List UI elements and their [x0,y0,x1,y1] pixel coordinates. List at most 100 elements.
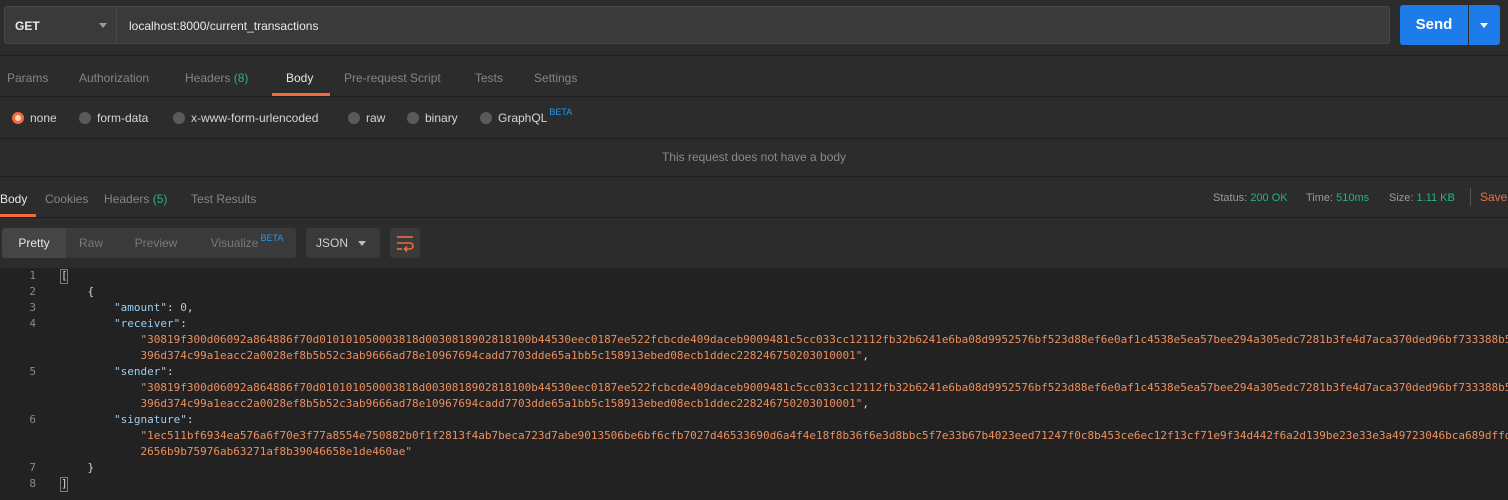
code-line: "1ec511bf6934ea576a6f70e3f77a8554e750882… [61,429,1508,442]
size-value: 1.11 KB [1416,192,1455,204]
response-headers-count: (5) [152,192,168,206]
json-key: "sender" [113,365,167,378]
radio-graphql[interactable]: GraphQL BETA [480,107,572,125]
divider [1470,188,1471,206]
status-readout: Status: 200 OK [1213,192,1288,204]
size-readout: Size: 1.11 KB [1389,192,1455,204]
json-value: "1ec511bf6934ea576a6f70e3f77a8554e750882… [140,429,1508,442]
body-type-options: none form-data x-www-form-urlencoded raw… [0,97,1508,139]
radio-label: raw [366,111,386,125]
size-label: Size: [1389,192,1414,204]
radio-icon [348,112,360,124]
headers-count: (8) [233,71,249,85]
tab-pre-request-script[interactable]: Pre-request Script [344,71,441,85]
json-value: 396d374c99a1eacc2a0028ef8b5b52c3ab9666ad… [140,397,863,410]
chevron-down-icon [99,23,107,28]
code-line: ] [61,477,68,490]
tab-response-headers-label: Headers [104,192,150,206]
code-line: "receiver": [113,317,187,330]
code-line: "30819f300d06092a864886f70d0101010500038… [61,333,1508,346]
radio-urlencoded[interactable]: x-www-form-urlencoded [173,111,318,125]
tab-headers[interactable]: Headers (8) [185,71,248,85]
line-number: 7 [29,461,36,474]
beta-badge: BETA [260,233,284,243]
radio-label: none [30,111,57,125]
response-toolbar: Pretty Raw Preview Visualize BETA JSON [0,218,1508,268]
radio-label: form-data [97,111,149,125]
radio-label: GraphQL [498,111,548,125]
radio-label: x-www-form-urlencoded [191,111,319,125]
json-key: "amount" [113,301,167,314]
active-response-tab-indicator [0,214,36,217]
tab-response-headers[interactable]: Headers (5) [104,192,167,206]
radio-label: binary [425,111,458,125]
request-tabs: Params Authorization Headers (8) Body Pr… [0,56,1508,97]
code-line: 396d374c99a1eacc2a0028ef8b5b52c3ab9666ad… [140,397,869,410]
tab-response-body[interactable]: Body [0,192,27,206]
json-value: 396d374c99a1eacc2a0028ef8b5b52c3ab9666ad… [140,349,863,362]
code-line: } [61,461,95,474]
line-number: 1 [29,269,36,282]
active-tab-indicator [272,93,330,96]
send-options-button[interactable] [1469,5,1500,45]
code-line: "amount": 0, [113,301,194,314]
view-preview-button[interactable]: Preview [126,228,186,258]
send-button[interactable]: Send [1400,5,1468,45]
chevron-down-icon [1480,23,1488,28]
json-value: 2656b9b75976ab63271af8b39046658e1de460ae… [140,445,413,458]
tab-body[interactable]: Body [286,71,313,85]
view-pretty-button[interactable]: Pretty [2,228,66,258]
tab-settings[interactable]: Settings [534,71,577,85]
radio-icon [480,112,492,124]
tab-cookies[interactable]: Cookies [45,192,88,206]
status-value: 200 OK [1250,192,1288,204]
radio-raw[interactable]: raw [348,111,385,125]
tab-headers-label: Headers [185,71,231,85]
json-value: "30819f300d06092a864886f70d0101010500038… [140,333,1508,346]
format-select[interactable]: JSON [306,228,380,258]
url-input[interactable]: localhost:8000/current_transactions [116,6,1390,44]
response-body-viewer[interactable]: 1 2 3 4 5 6 7 8 [ { "amount": 0, "receiv… [0,268,1508,500]
radio-none[interactable]: none [12,111,57,125]
tab-params[interactable]: Params [7,71,48,85]
line-number: 3 [29,301,36,314]
code-line: "sender": [113,365,174,378]
json-key: "receiver" [113,317,181,330]
view-raw-button[interactable]: Raw [68,228,114,258]
radio-form-data[interactable]: form-data [79,111,148,125]
time-value: 510ms [1336,192,1370,204]
json-value: "30819f300d06092a864886f70d0101010500038… [140,381,1508,394]
time-readout: Time: 510ms [1306,192,1369,204]
visualize-label: Visualize [210,236,259,250]
code-line: "signature": [113,413,194,426]
save-response-button[interactable]: Save [1480,190,1507,204]
radio-binary[interactable]: binary [407,111,458,125]
line-number: 5 [29,365,36,378]
view-visualize-button[interactable]: Visualize BETA [202,228,292,258]
radio-icon [79,112,91,124]
response-tabs: Body Cookies Headers (5) Test Results St… [0,177,1508,218]
tab-tests[interactable]: Tests [475,71,503,85]
no-body-message: This request does not have a body [0,139,1508,177]
line-number: 4 [29,317,36,330]
code-line: 2656b9b75976ab63271af8b39046658e1de460ae… [61,445,412,458]
code-line: 396d374c99a1eacc2a0028ef8b5b52c3ab9666ad… [140,349,869,362]
method-label: GET [15,19,40,33]
line-number: 8 [29,477,36,490]
tab-test-results[interactable]: Test Results [191,192,256,206]
time-label: Time: [1306,192,1334,204]
line-number: 2 [29,285,36,298]
wrap-lines-button[interactable] [390,228,420,258]
json-key: "signature" [113,413,187,426]
format-label: JSON [316,236,349,250]
beta-badge: BETA [549,107,573,117]
method-select[interactable]: GET [4,6,116,44]
json-value: 0 [180,301,187,314]
tab-authorization[interactable]: Authorization [79,71,149,85]
radio-icon [173,112,185,124]
wrap-lines-icon [397,236,414,253]
line-number: 6 [29,413,36,426]
chevron-down-icon [358,241,366,246]
status-label: Status: [1213,192,1248,204]
code-line: [ [61,269,68,282]
